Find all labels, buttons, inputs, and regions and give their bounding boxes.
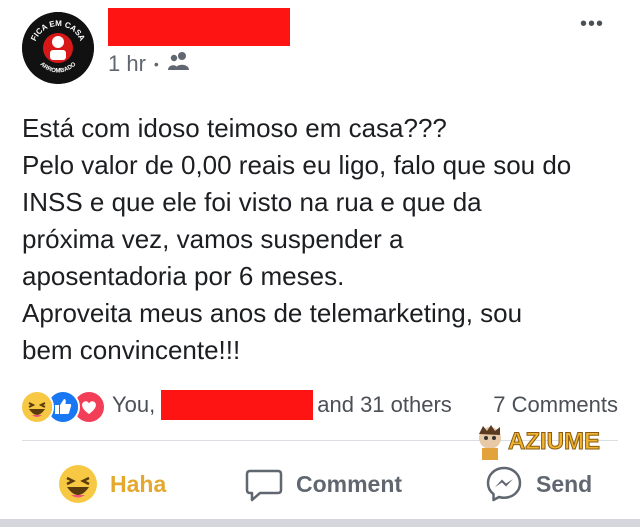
comment-button[interactable]: Comment [244,458,402,510]
haha-button[interactable]: Haha [58,458,166,510]
post-card: FICA EM CASA ARROMBADO 1 hr • ••• Está c… [0,0,640,527]
comment-icon [244,464,284,504]
send-button[interactable]: Send [484,458,592,510]
page-avatar[interactable]: FICA EM CASA ARROMBADO [22,12,94,84]
messenger-icon [484,464,524,504]
haha-icon [20,390,54,424]
reactions-summary: You, and 31 others 7 Comments [20,388,624,424]
watermark-text: AZIUME [508,428,600,455]
post-time[interactable]: 1 hr [108,51,146,77]
more-options-icon[interactable]: ••• [574,12,610,36]
post-meta: 1 hr • [108,50,191,78]
haha-reaction-icon [58,464,98,504]
haha-label: Haha [110,470,167,497]
action-bar: Haha Comment Send [0,458,640,510]
post-text-line: Está com idoso teimoso em casa??? [22,113,447,143]
comments-count[interactable]: 7 Comments [493,388,618,422]
reaction-icons[interactable] [20,390,112,424]
send-label: Send [536,470,593,497]
post-text-line: INSS e que ele foi visto na rua e que da [22,187,482,217]
comment-label: Comment [296,470,403,497]
bottom-strip [0,519,640,527]
post-text-line: próxima vez, vamos suspender a [22,224,404,254]
reactor-name-redacted [161,390,314,420]
post-text: Está com idoso teimoso em casa??? Pelo v… [22,110,622,369]
post-text-line: bem convincente!!! [22,335,241,365]
friends-icon [167,51,191,77]
author-name-redacted[interactable] [108,8,290,46]
post-text-line: Aproveita meus anos de telemarketing, so… [22,298,523,328]
post-text-line: Pelo valor de 0,00 reais eu ligo, falo q… [22,150,572,180]
reactors-prefix: You, [112,392,156,417]
reactors-suffix: and 31 others [317,392,452,417]
post-text-line: aposentadoria por 6 meses. [22,261,345,291]
meta-separator: • [153,56,159,72]
reactors-text[interactable]: You, and 31 others [112,388,452,422]
